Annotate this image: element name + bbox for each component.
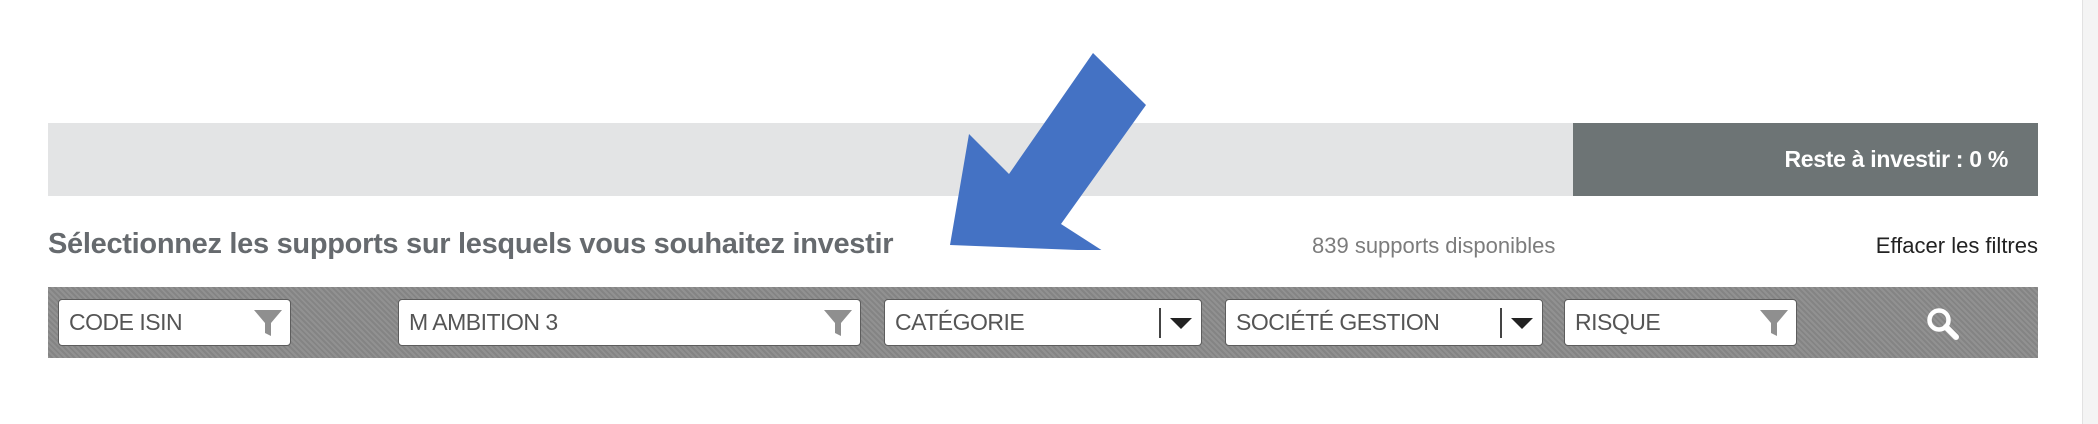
category-select-value: CATÉGORIE xyxy=(895,309,1025,335)
isin-filter-input[interactable]: CODE ISIN xyxy=(59,309,246,336)
isin-filter-field[interactable]: CODE ISIN xyxy=(58,299,291,346)
risk-filter-input[interactable]: RISQUE xyxy=(1565,309,1752,336)
risk-filter-field[interactable]: RISQUE xyxy=(1564,299,1797,346)
filter-bar: CODE ISIN M AMBITION 3 CATÉGORIE SOCIÉTÉ… xyxy=(48,287,2038,358)
management-company-select-value: SOCIÉTÉ GESTION xyxy=(1236,309,1440,335)
clear-filters-link[interactable]: Effacer les filtres xyxy=(1876,233,2038,259)
search-icon[interactable] xyxy=(1926,307,1960,341)
remaining-to-invest-label: Reste à investir : 0 % xyxy=(1784,146,2008,172)
funnel-icon[interactable] xyxy=(246,300,290,345)
name-filter-input[interactable]: M AMBITION 3 xyxy=(399,309,816,336)
remaining-to-invest-indicator: Reste à investir : 0 % xyxy=(1573,123,2038,196)
category-select[interactable]: CATÉGORIE xyxy=(884,299,1202,346)
search-button[interactable] xyxy=(1921,302,1965,346)
available-supports-count: 839 supports disponibles xyxy=(1312,233,1556,258)
management-company-select[interactable]: SOCIÉTÉ GESTION xyxy=(1225,299,1543,346)
page-right-border xyxy=(2082,0,2098,424)
funnel-icon[interactable] xyxy=(816,300,860,345)
funnel-icon[interactable] xyxy=(1752,300,1796,345)
name-filter-field[interactable]: M AMBITION 3 xyxy=(398,299,861,346)
caret-down-icon[interactable] xyxy=(1500,307,1542,338)
arrow-icon xyxy=(950,53,1146,250)
selection-instruction: Sélectionnez les supports sur lesquels v… xyxy=(48,228,894,260)
caret-down-icon[interactable] xyxy=(1159,307,1201,338)
